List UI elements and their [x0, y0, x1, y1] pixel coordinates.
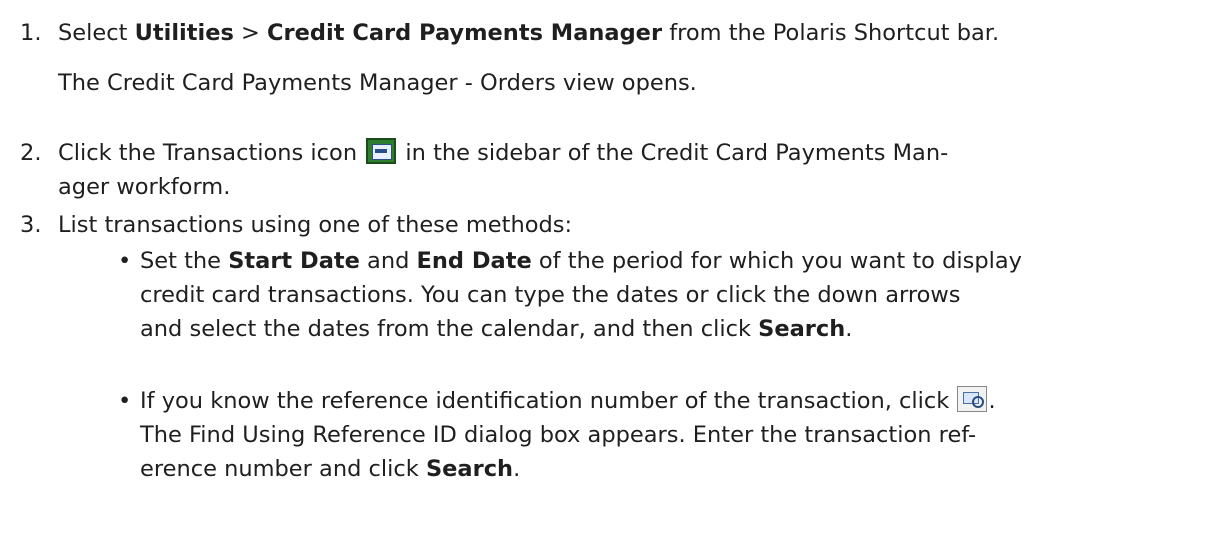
text: erence number and click — [140, 456, 426, 482]
find-reference-icon — [957, 386, 988, 412]
step-2: 2. Click the Transactions icon in the si… — [0, 136, 1215, 204]
text: If you know the reference identification… — [140, 388, 957, 414]
step-1-note: The Credit Card Payments Manager - Order… — [0, 66, 1215, 100]
text: . — [513, 456, 521, 482]
step-number: 3. — [20, 212, 42, 238]
document: 1. Select Utilities > Credit Card Paymen… — [0, 0, 1230, 557]
step-text: Click the Transactions icon in the sideb… — [58, 136, 1215, 204]
step-1: 1. Select Utilities > Credit Card Paymen… — [0, 16, 1215, 50]
text: ager workform. — [58, 174, 231, 200]
text: Select — [58, 20, 135, 46]
bullet-text: If you know the reference identification… — [140, 384, 1215, 486]
menu-utilities: Utilities — [134, 20, 234, 46]
bullet: • — [118, 388, 132, 414]
end-date-label: End Date — [416, 248, 532, 274]
text: . — [845, 316, 853, 342]
text: and select the dates from the calendar, … — [140, 316, 759, 342]
step-number: 2. — [20, 140, 42, 166]
bullet-text: Set the Start Date and End Date of the p… — [140, 244, 1215, 346]
step-number: 1. — [20, 20, 42, 46]
search-label: Search — [425, 456, 514, 482]
bullet: • — [118, 248, 132, 274]
text: > — [233, 20, 268, 46]
text: credit card transactions. You can type t… — [140, 282, 961, 308]
text: from the Polaris Shortcut bar. — [662, 20, 1000, 46]
step-text: Select Utilities > Credit Card Payments … — [58, 16, 1215, 50]
transactions-icon — [366, 138, 397, 164]
start-date-label: Start Date — [228, 248, 360, 274]
step-note: The Credit Card Payments Manager - Order… — [58, 70, 697, 96]
step-text: List transactions using one of these met… — [58, 212, 573, 238]
text: in the sidebar of the Credit Card Paymen… — [398, 140, 949, 166]
text: . — [988, 388, 996, 414]
bullet-item-2: • If you know the reference identificati… — [0, 384, 1215, 486]
text: Set the — [140, 248, 229, 274]
step-3: 3. List transactions using one of these … — [0, 208, 1215, 242]
text: Click the Transactions icon — [58, 140, 358, 166]
text: and — [359, 248, 417, 274]
text: of the period for which you want to disp… — [531, 248, 1022, 274]
text: The Find Using Reference ID dialog box a… — [140, 422, 977, 448]
search-label: Search — [758, 316, 846, 342]
bullet-item-1: • Set the Start Date and End Date of the… — [0, 244, 1215, 346]
menu-credit-card-payments-manager: Credit Card Payments Manager — [267, 20, 663, 46]
